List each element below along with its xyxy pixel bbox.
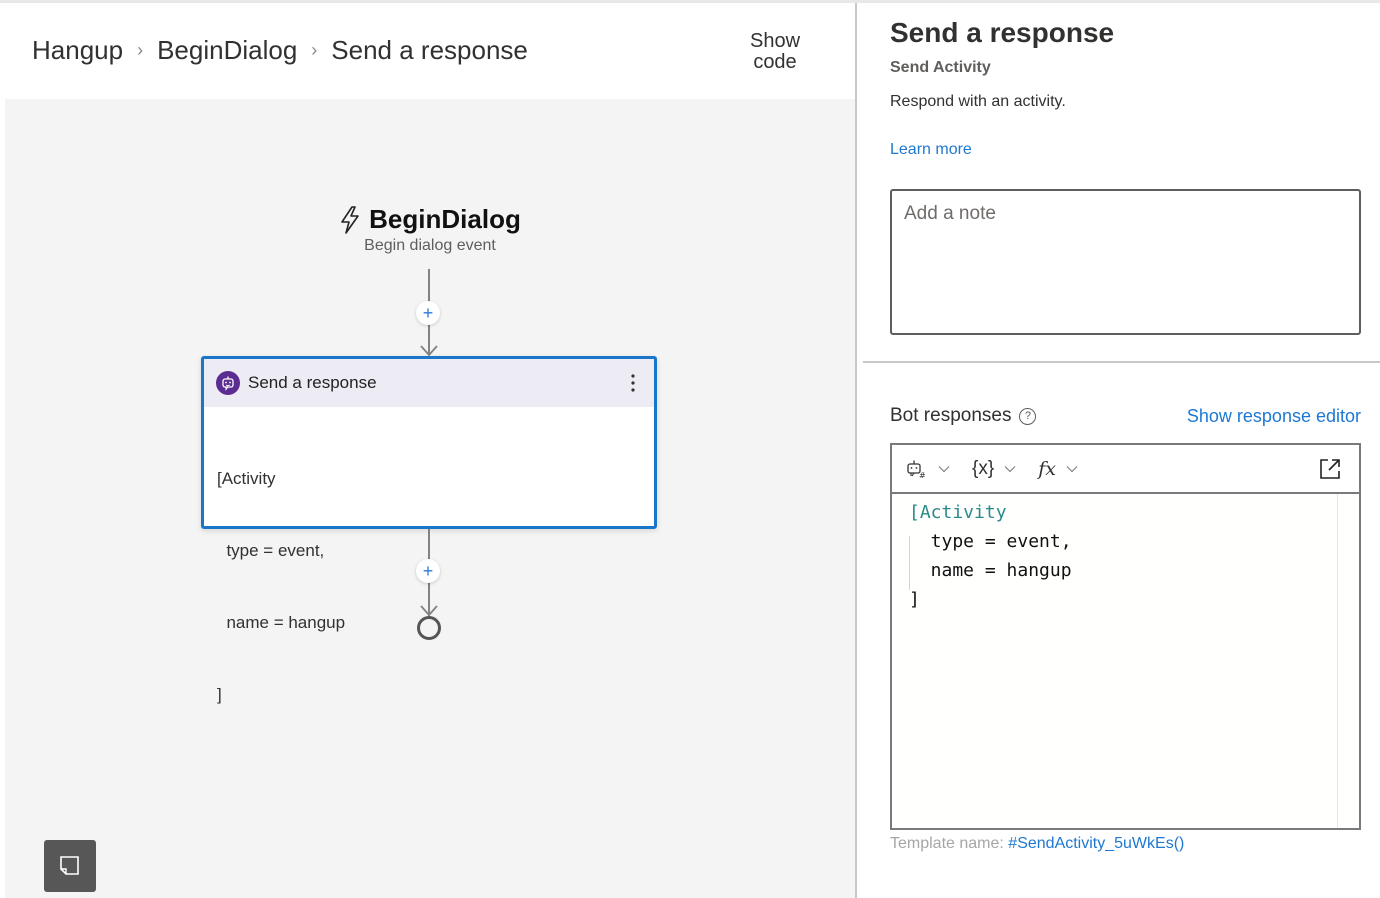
show-code-button[interactable]: Show code (740, 31, 810, 73)
editor-header: Hangup › BeginDialog › Send a response S… (5, 3, 855, 99)
action-card-title: Send a response (248, 373, 377, 392)
add-action-button[interactable]: + (416, 301, 440, 325)
insert-template-dropdown[interactable]: # (906, 459, 950, 479)
template-name-label: Template name: (890, 835, 1004, 852)
chevron-down-icon (1066, 465, 1078, 472)
show-code-label-line1: Show (749, 30, 801, 52)
popout-icon[interactable] (1319, 458, 1341, 480)
trigger-title-row: BeginDialog (335, 204, 525, 235)
insert-variable-dropdown[interactable]: {x} (972, 458, 1016, 480)
breadcrumb-separator-icon: › (137, 40, 144, 60)
show-code-label-line2: code (753, 51, 797, 73)
plus-icon: + (422, 561, 434, 581)
panel-subtitle: Send Activity (890, 59, 991, 76)
lightning-icon (341, 205, 359, 234)
panel-divider[interactable] (855, 3, 857, 898)
code-line: name = hangup (909, 560, 1072, 581)
note-input[interactable] (890, 189, 1361, 335)
flow-canvas[interactable]: BeginDialog Begin dialog event + Send a … (5, 99, 855, 898)
editor-toolbar: # {x} fx (892, 445, 1359, 494)
template-name-link[interactable]: #SendActivity_5uWkEs() (1008, 835, 1184, 852)
trigger-node[interactable]: BeginDialog Begin dialog event (335, 204, 525, 255)
show-response-editor-link[interactable]: Show response editor (1187, 406, 1361, 427)
bot-responses-label-row: Bot responses ? (890, 405, 1037, 427)
plus-icon: + (422, 303, 434, 323)
code-editor[interactable]: [Activity type = event, name = hangup ] (892, 494, 1337, 828)
trigger-title: BeginDialog (369, 204, 521, 234)
insert-function-dropdown[interactable]: fx (1038, 458, 1078, 480)
more-options-icon[interactable] (626, 373, 640, 393)
chevron-down-icon (938, 465, 950, 472)
breadcrumb-item-send-a-response[interactable]: Send a response (331, 35, 528, 66)
trigger-subtitle: Begin dialog event (364, 237, 496, 254)
template-name-row: Template name: #SendActivity_5uWkEs() (890, 835, 1184, 853)
add-action-button[interactable]: + (416, 559, 440, 583)
indent-guide (909, 536, 910, 590)
code-line: ] (909, 589, 920, 610)
add-note-button[interactable] (44, 840, 96, 892)
svg-text:#: # (919, 471, 926, 479)
visual-editor: Hangup › BeginDialog › Send a response S… (5, 3, 855, 898)
chevron-down-icon (1004, 465, 1016, 472)
card-body-line: [Activity (217, 469, 276, 488)
sticky-note-icon (60, 856, 79, 875)
breadcrumb: Hangup › BeginDialog › Send a response (32, 35, 528, 66)
help-icon[interactable]: ? (1019, 407, 1037, 425)
action-card-header: Send a response (204, 359, 654, 407)
action-card-send-response[interactable]: Send a response [Activity type = event, … (201, 356, 657, 704)
panel-title: Send a response (890, 17, 1115, 48)
end-node (417, 616, 441, 640)
section-divider (863, 361, 1380, 363)
learn-more-link[interactable]: Learn more (890, 141, 972, 159)
card-body-line: ] (217, 685, 222, 704)
editor-scrollbar[interactable] (1337, 494, 1359, 828)
function-icon: fx (1038, 457, 1056, 480)
bot-responses-label: Bot responses (890, 405, 1012, 426)
response-editor: # {x} fx [Activity type = event, name = … (890, 443, 1361, 830)
breadcrumb-separator-icon: › (311, 40, 318, 60)
breadcrumb-item-begindialog[interactable]: BeginDialog (157, 35, 297, 66)
panel-description: Respond with an activity. (890, 93, 1066, 110)
code-line: type = event, (909, 531, 1072, 552)
bot-icon (216, 371, 240, 395)
bot-template-icon: # (907, 460, 926, 479)
breadcrumb-item-hangup[interactable]: Hangup (32, 35, 123, 66)
variable-icon: {x} (972, 457, 995, 479)
code-line: [Activity (909, 498, 1337, 527)
code-keyword: [Activity (909, 502, 1007, 523)
